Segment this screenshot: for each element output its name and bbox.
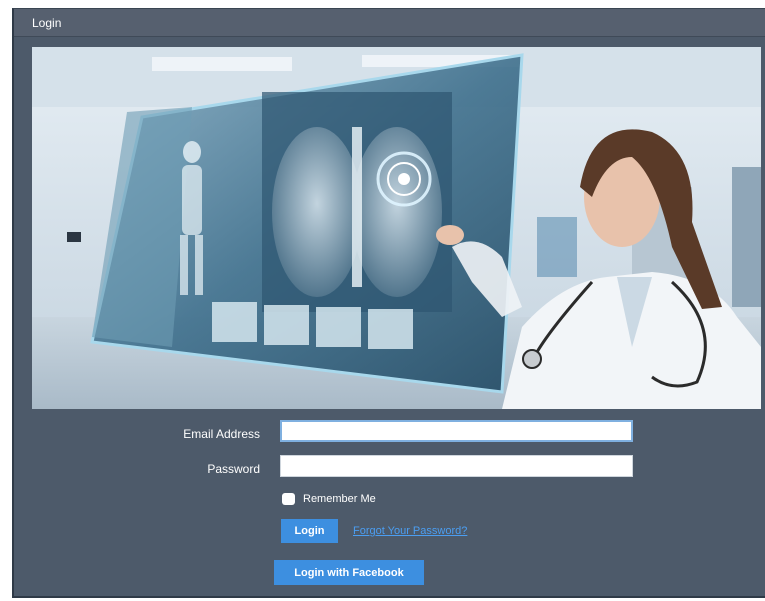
login-panel: Login Email Address Password Remember Me…	[12, 8, 765, 598]
login-form: Email Address Password Remember Me Login…	[14, 409, 765, 599]
panel-title: Login	[14, 9, 765, 37]
login-button[interactable]: Login	[281, 519, 338, 543]
hero-image	[32, 47, 761, 409]
facebook-login-button[interactable]: Login with Facebook	[274, 560, 424, 585]
remember-me-label: Remember Me	[303, 493, 376, 505]
password-field[interactable]	[280, 455, 633, 477]
email-field[interactable]	[280, 420, 633, 442]
password-label: Password	[207, 462, 260, 476]
hero-illustration	[32, 47, 761, 409]
forgot-password-link[interactable]: Forgot Your Password?	[353, 525, 467, 537]
remember-me-checkbox[interactable]	[282, 493, 295, 505]
email-label: Email Address	[183, 427, 260, 441]
